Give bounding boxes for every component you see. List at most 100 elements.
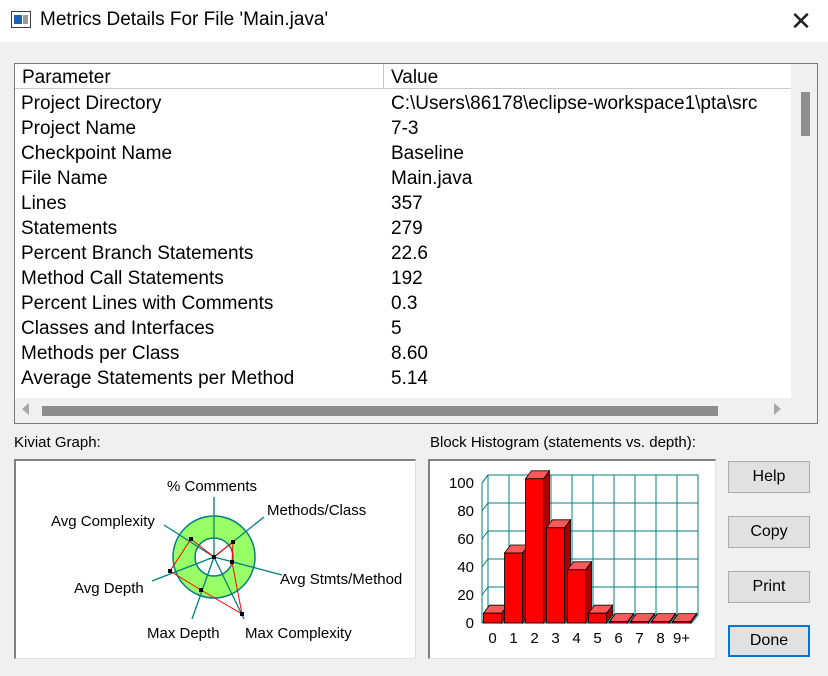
value-cell: 5.14 [391, 368, 428, 389]
value-cell: Baseline [391, 143, 464, 164]
help-button[interactable]: Help [728, 461, 810, 493]
table-body: Project Directory C:\Users\86178\eclipse-… [15, 91, 791, 391]
column-header-parameter[interactable]: Parameter [15, 64, 384, 89]
histogram-y-tick-label: 100 [449, 475, 474, 492]
parameter-cell: Project Directory [21, 93, 162, 114]
histogram-x-tick-label: 8 [656, 630, 664, 647]
histogram-gridline [481, 586, 489, 596]
histogram-y-tick-label: 80 [457, 503, 474, 520]
kiviat-axis-label: Max Depth [147, 625, 220, 642]
value-cell: 7-3 [391, 118, 419, 139]
kiviat-axis-label: Avg Depth [74, 580, 144, 597]
value-cell: Main.java [391, 168, 473, 189]
value-cell: 0.3 [391, 293, 418, 314]
print-button[interactable]: Print [728, 571, 810, 603]
histogram-y-tick-label: 0 [466, 615, 474, 632]
histogram-x-tick-label: 9+ [673, 630, 690, 647]
scrollbar-corner [791, 398, 817, 423]
copy-button[interactable]: Copy [728, 516, 810, 548]
parameter-cell: Checkpoint Name [21, 143, 173, 164]
histogram-x-tick-label: 6 [614, 630, 622, 647]
table-row[interactable]: Average Statements per Method 5.14 [15, 366, 791, 391]
histogram-x-tick-label: 3 [551, 630, 559, 647]
parameter-cell: Method Call Statements [21, 268, 224, 289]
histogram-x-tick-label: 4 [572, 630, 580, 647]
histogram-bar-face [588, 612, 607, 624]
vertical-scroll-thumb[interactable] [801, 92, 810, 136]
histogram-x-tick-label: 5 [593, 630, 601, 647]
histogram-bar-face [672, 621, 691, 624]
value-cell: 5 [391, 318, 402, 339]
kiviat-graph-panel: % Comments Methods/Class Avg Stmts/Metho… [14, 459, 416, 659]
app-icon [11, 11, 31, 28]
histogram-bar-face [546, 527, 565, 624]
title-bar: Metrics Details For File 'Main.java' ✕ [0, 0, 828, 42]
kiviat-axes [151, 497, 283, 620]
column-header-value[interactable]: Value [384, 64, 791, 89]
histogram-bar-face [504, 552, 523, 624]
parameter-cell: Lines [21, 193, 67, 214]
table-row[interactable]: Project Directory C:\Users\86178\eclipse-… [15, 91, 791, 116]
kiviat-axis-label: Avg Complexity [51, 513, 155, 530]
histogram-bar-face [609, 621, 628, 624]
block-histogram-label: Block Histogram (statements vs. depth): [430, 434, 696, 451]
histogram-bar-face [567, 569, 586, 624]
histogram-x-tick-label: 0 [488, 630, 496, 647]
histogram-bar-face [630, 621, 649, 624]
histogram-bar-face [525, 478, 544, 624]
histogram-bar-3 [545, 518, 572, 625]
table-row[interactable]: Project Name 7-3 [15, 116, 791, 141]
value-cell: 192 [391, 268, 423, 289]
scroll-right-arrow-icon[interactable] [774, 403, 781, 415]
parameter-cell: Statements [21, 218, 118, 239]
table-row[interactable]: Method Call Statements 192 [15, 266, 791, 291]
histogram-gridline [481, 502, 489, 512]
table-row[interactable]: Percent Branch Statements 22.6 [15, 241, 791, 266]
table-row[interactable]: Percent Lines with Comments 0.3 [15, 291, 791, 316]
block-histogram-chart: 1008060402000 1 2 3 4 5 6 7 8 9+ [449, 469, 699, 647]
value-cell: 357 [391, 193, 423, 214]
horizontal-scrollbar[interactable] [15, 398, 791, 423]
histogram-bar-face [651, 621, 670, 624]
window-title: Metrics Details For File 'Main.java' [40, 9, 329, 30]
metrics-table[interactable]: Parameter Value Project Directory C:\User… [14, 63, 818, 424]
table-row[interactable]: Statements 279 [15, 216, 791, 241]
parameter-cell: File Name [21, 168, 108, 189]
table-row[interactable]: Lines 357 [15, 191, 791, 216]
scroll-left-arrow-icon[interactable] [22, 403, 29, 415]
horizontal-scroll-thumb[interactable] [42, 406, 718, 416]
value-cell: 279 [391, 218, 423, 239]
histogram-y-tick-label: 60 [457, 531, 474, 548]
parameter-cell: Methods per Class [21, 343, 180, 364]
table-row[interactable]: Classes and Interfaces 5 [15, 316, 791, 341]
value-cell: 8.60 [391, 343, 428, 364]
histogram-x-tick-label: 1 [509, 630, 517, 647]
histogram-x-tick-label: 2 [530, 630, 538, 647]
histogram-gridline [481, 558, 489, 568]
parameter-cell: Average Statements per Method [21, 368, 295, 389]
parameter-cell: Classes and Interfaces [21, 318, 215, 339]
close-button[interactable]: ✕ [786, 6, 816, 36]
histogram-y-tick-label: 20 [457, 587, 474, 604]
done-button[interactable]: Done [728, 625, 810, 657]
kiviat-graph-label: Kiviat Graph: [14, 434, 101, 451]
histogram-y-tick-label: 40 [457, 559, 474, 576]
parameter-cell: Percent Branch Statements [21, 243, 254, 264]
table-row[interactable]: Checkpoint Name Baseline [15, 141, 791, 166]
table-row[interactable]: File Name Main.java [15, 166, 791, 191]
histogram-bar-face [483, 612, 502, 624]
value-cell: C:\Users\86178\eclipse-workspace1\pta\sr… [391, 93, 758, 114]
table-header: Parameter Value [15, 64, 791, 89]
kiviat-axis-label: Methods/Class [267, 502, 366, 519]
kiviat-axis-label: Avg Stmts/Method [280, 571, 402, 588]
histogram-axis-edge [481, 474, 489, 484]
histogram-bar-2 [524, 469, 551, 625]
table-row[interactable]: Methods per Class 8.60 [15, 341, 791, 366]
vertical-scrollbar[interactable] [791, 64, 817, 398]
parameter-cell: Project Name [21, 118, 137, 139]
value-cell: 22.6 [391, 243, 428, 264]
histogram-bar-0 [482, 603, 509, 625]
kiviat-graph: % Comments Methods/Class Avg Stmts/Metho… [51, 478, 402, 642]
parameter-cell: Percent Lines with Comments [21, 293, 274, 314]
kiviat-axis-label: % Comments [167, 478, 257, 495]
